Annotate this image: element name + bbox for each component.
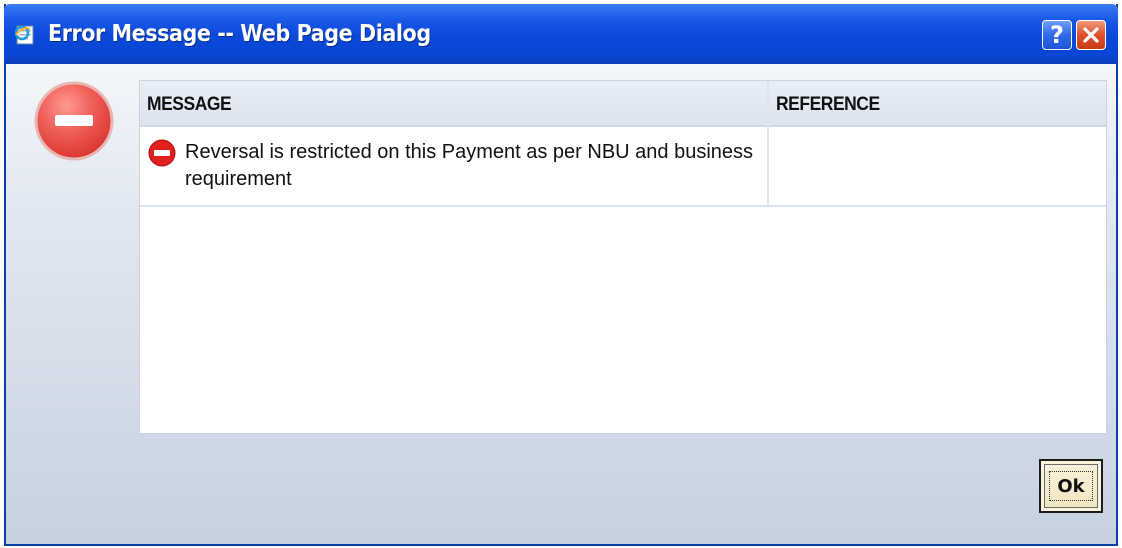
column-header-message: MESSAGE: [147, 94, 232, 115]
title-bar[interactable]: Error Message -- Web Page Dialog ?: [4, 4, 1118, 64]
error-dialog-window: Error Message -- Web Page Dialog ? MESSA…: [4, 4, 1118, 546]
close-button[interactable]: [1076, 20, 1106, 50]
error-stop-icon: [34, 81, 114, 161]
row-message: Reversal is restricted on this Payment a…: [185, 141, 754, 190]
ok-button[interactable]: Ok: [1039, 459, 1103, 513]
window-title: Error Message -- Web Page Dialog: [48, 21, 431, 47]
grid-header: MESSAGE REFERENCE: [140, 81, 1106, 127]
error-small-icon: [148, 139, 176, 167]
table-row: Reversal is restricted on this Payment a…: [140, 127, 1106, 207]
close-icon: [1083, 27, 1099, 43]
column-header-reference: REFERENCE: [776, 94, 880, 115]
message-grid: MESSAGE REFERENCE Reversal is restricted…: [139, 80, 1107, 434]
help-button[interactable]: ?: [1042, 20, 1072, 50]
ok-button-label: Ok: [1057, 476, 1085, 497]
ie-page-icon: [14, 24, 38, 46]
